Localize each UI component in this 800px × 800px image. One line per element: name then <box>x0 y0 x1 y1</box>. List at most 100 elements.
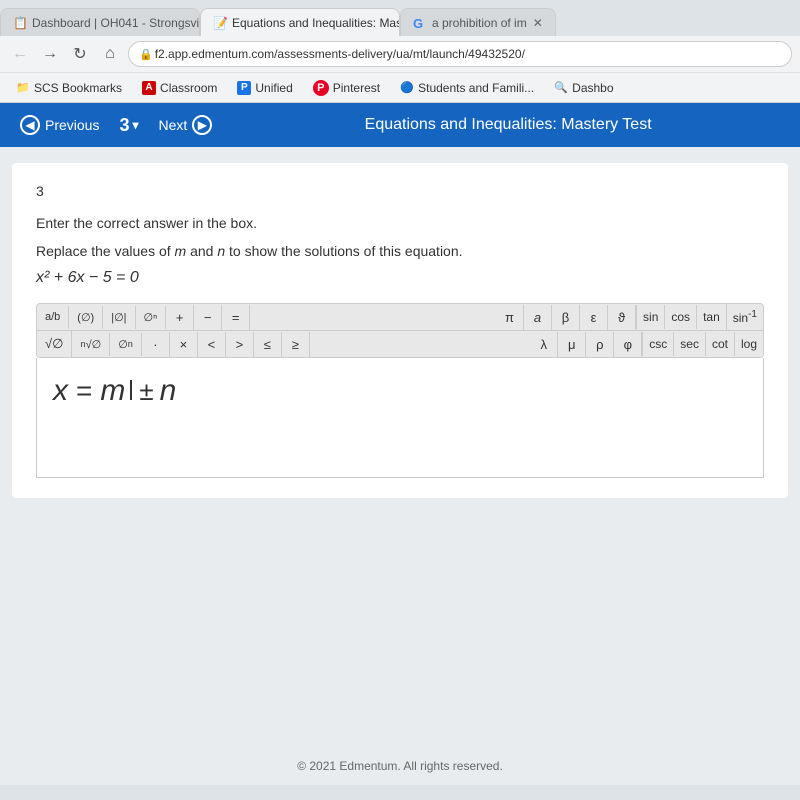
lock-icon: 🔒 <box>139 48 153 61</box>
epsilon-button[interactable]: ε <box>580 305 608 330</box>
cos-button[interactable]: cos <box>664 305 696 329</box>
bookmark-unified-label: Unified <box>255 81 292 95</box>
reload-button[interactable]: ↻ <box>68 42 92 66</box>
fraction-button[interactable]: a/b <box>37 306 69 328</box>
minus-button[interactable]: − <box>194 305 222 330</box>
question-num-value: 3 <box>119 115 129 136</box>
subscript-button[interactable]: ∅n <box>110 333 142 356</box>
nav-toolbar: ◀ Previous 3 ▾ Next ▶ Equations and Ineq… <box>0 103 800 147</box>
tab-2[interactable]: 📝 Equations and Inequalities: Mast ✕ <box>200 8 400 36</box>
bookmark-classroom-icon: A <box>142 81 156 95</box>
circle-button[interactable]: (∅) <box>69 306 103 329</box>
forward-button[interactable]: → <box>38 42 62 66</box>
log-button[interactable]: log <box>734 332 763 356</box>
bookmark-unified[interactable]: P Unified <box>229 79 300 97</box>
nthroot-button[interactable]: n√∅ <box>72 333 110 356</box>
previous-label: Previous <box>45 117 99 133</box>
bookmark-scs[interactable]: 📁 SCS Bookmarks <box>8 79 130 97</box>
tab-1-label: Dashboard | OH041 - Strongsville <box>32 16 200 30</box>
main-content: 3 Enter the correct answer in the box. R… <box>0 147 800 747</box>
formula-n: n <box>160 374 177 408</box>
plus-button[interactable]: + <box>166 305 194 330</box>
alpha-button[interactable]: a <box>524 305 552 330</box>
pi-button[interactable]: π <box>496 305 524 330</box>
mu-button[interactable]: μ <box>558 332 586 357</box>
bookmark-dashbo-icon: 🔍 <box>554 81 568 95</box>
footer: © 2021 Edmentum. All rights reserved. <box>0 747 800 785</box>
leq-button[interactable]: ≤ <box>254 332 282 357</box>
geq-button[interactable]: ≥ <box>282 332 310 357</box>
sec-button[interactable]: sec <box>673 332 705 356</box>
formula-x: x <box>53 374 68 408</box>
back-button[interactable]: ← <box>8 42 32 66</box>
math-toolbar: a/b (∅) |∅| ∅ⁿ + − = π a β ε ϑ sin cos t… <box>36 303 764 358</box>
tan-button[interactable]: tan <box>696 305 726 329</box>
cot-button[interactable]: cot <box>705 332 734 356</box>
bookmark-students[interactable]: 🔵 Students and Famili... <box>392 79 542 97</box>
theta-button[interactable]: ϑ <box>608 305 636 330</box>
lt-button[interactable]: < <box>198 332 226 357</box>
formula-plusminus: ± <box>139 376 153 407</box>
question-number: 3 <box>36 183 764 199</box>
phi-button[interactable]: φ <box>614 332 642 357</box>
bookmark-folder-icon: 📁 <box>16 81 30 95</box>
rho-button[interactable]: ρ <box>586 332 614 357</box>
bookmark-pinterest-icon: P <box>313 80 329 96</box>
bookmark-classroom-label: Classroom <box>160 81 217 95</box>
bookmark-students-label: Students and Famili... <box>418 81 534 95</box>
beta-button[interactable]: β <box>552 305 580 330</box>
question-card: 3 Enter the correct answer in the box. R… <box>12 163 788 498</box>
sin-button[interactable]: sin <box>636 305 664 329</box>
equals-button[interactable]: = <box>222 305 250 330</box>
next-icon: ▶ <box>192 115 212 135</box>
lambda-button[interactable]: λ <box>530 332 558 357</box>
text-cursor <box>130 380 132 400</box>
copyright-text: © 2021 Edmentum. All rights reserved. <box>297 759 503 773</box>
tab-3-close[interactable]: ✕ <box>533 16 543 30</box>
question-number-display[interactable]: 3 ▾ <box>119 115 138 136</box>
bookmarks-bar: 📁 SCS Bookmarks A Classroom P Unified P … <box>0 72 800 102</box>
previous-button[interactable]: ◀ Previous <box>12 111 107 139</box>
tab-2-icon: 📝 <box>213 16 227 30</box>
bookmark-dashbo[interactable]: 🔍 Dashbo <box>546 79 621 97</box>
arcsin-button[interactable]: sin-1 <box>726 304 763 330</box>
bookmark-unified-icon: P <box>237 81 251 95</box>
tab-1[interactable]: 📋 Dashboard | OH041 - Strongsville ✕ <box>0 8 200 36</box>
bookmark-dashbo-label: Dashbo <box>572 81 613 95</box>
power-button[interactable]: ∅ⁿ <box>136 306 167 329</box>
gt-button[interactable]: > <box>226 332 254 357</box>
instruction-text: Enter the correct answer in the box. <box>36 215 764 231</box>
tab-2-label: Equations and Inequalities: Mast <box>232 16 400 30</box>
formula-m: m <box>100 374 125 408</box>
tab-3[interactable]: G a prohibition of im ✕ <box>400 8 556 36</box>
answer-formula: x = m ± n <box>53 374 747 408</box>
sqrt-button[interactable]: √∅ <box>37 331 72 357</box>
tab-1-icon: 📋 <box>13 16 27 30</box>
tab-3-label: a prohibition of im <box>432 16 527 30</box>
answer-area[interactable]: x = m ± n <box>36 358 764 478</box>
math-toolbar-row-2: √∅ n√∅ ∅n · × < > ≤ ≥ λ μ ρ φ csc sec co… <box>37 331 763 357</box>
bookmark-classroom[interactable]: A Classroom <box>134 79 225 97</box>
address-bar[interactable]: 🔒 f2.app.edmentum.com/assessments-delive… <box>128 41 792 67</box>
next-button[interactable]: Next ▶ <box>151 111 221 139</box>
address-text: f2.app.edmentum.com/assessments-delivery… <box>155 47 525 61</box>
address-bar-row: ← → ↻ ⌂ 🔒 f2.app.edmentum.com/assessment… <box>0 36 800 72</box>
chevron-down-icon: ▾ <box>132 118 138 132</box>
home-button[interactable]: ⌂ <box>98 42 122 66</box>
question-prompt: Replace the values of m and n to show th… <box>36 243 764 259</box>
tab-3-icon: G <box>413 16 427 30</box>
tab-bar: 📋 Dashboard | OH041 - Strongsville ✕ 📝 E… <box>0 0 800 36</box>
previous-icon: ◀ <box>20 115 40 135</box>
bookmark-pinterest[interactable]: P Pinterest <box>305 78 388 98</box>
next-label: Next <box>159 117 188 133</box>
equation-display: x² + 6x − 5 = 0 <box>36 269 764 287</box>
bookmark-students-icon: 🔵 <box>400 81 414 95</box>
math-toolbar-row-1: a/b (∅) |∅| ∅ⁿ + − = π a β ε ϑ sin cos t… <box>37 304 763 331</box>
dot-button[interactable]: · <box>142 332 170 357</box>
times-button[interactable]: × <box>170 332 198 357</box>
page-title: Equations and Inequalities: Mastery Test <box>228 116 788 134</box>
bookmark-scs-label: SCS Bookmarks <box>34 81 122 95</box>
abs-button[interactable]: |∅| <box>103 306 135 329</box>
formula-equals: = <box>76 375 92 407</box>
csc-button[interactable]: csc <box>642 332 673 356</box>
